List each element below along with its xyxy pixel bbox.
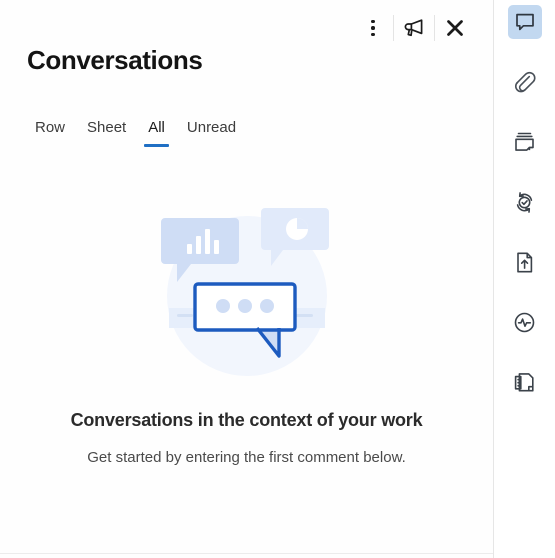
tab-sheet[interactable]: Sheet [76, 118, 137, 147]
conversation-filter-tabs: Row Sheet All Unread [24, 118, 247, 147]
summary-document-icon [514, 372, 534, 391]
rail-item-proofs[interactable] [508, 125, 542, 159]
paperclip-icon [514, 71, 536, 92]
conversation-bubbles-illustration [160, 208, 329, 376]
rail-item-update-requests[interactable] [508, 185, 542, 219]
conversations-panel-app: Conversations Row Sheet All Unread Conve… [0, 0, 555, 558]
panel-bottom-divider [0, 553, 493, 554]
right-rail [493, 0, 555, 558]
empty-state: Conversations in the context of your wor… [0, 196, 493, 466]
close-panel-button[interactable] [435, 8, 475, 48]
update-request-icon [516, 191, 533, 213]
activity-pulse-icon [514, 312, 535, 332]
proof-stack-icon [515, 132, 534, 151]
publish-upload-icon [517, 252, 533, 272]
rail-item-activity-log[interactable] [508, 305, 542, 339]
tab-all[interactable]: All [137, 118, 176, 147]
megaphone-icon [404, 19, 423, 37]
more-options-button[interactable] [353, 8, 393, 48]
close-icon [447, 20, 463, 36]
announcements-button[interactable] [394, 8, 434, 48]
conversations-panel: Conversations Row Sheet All Unread Conve… [0, 0, 493, 558]
rail-item-attachments[interactable] [508, 65, 542, 99]
page-title: Conversations [27, 45, 203, 75]
panel-header-actions [353, 8, 475, 48]
rail-item-publish[interactable] [508, 245, 542, 279]
empty-state-subtext: Get started by entering the first commen… [87, 449, 406, 466]
rail-item-conversations[interactable] [507, 5, 542, 39]
tab-unread[interactable]: Unread [176, 118, 247, 147]
empty-state-heading: Conversations in the context of your wor… [70, 410, 423, 430]
more-vertical-icon [371, 19, 375, 37]
rail-item-summary[interactable] [508, 365, 542, 399]
speech-bubble-icon [515, 13, 534, 31]
tab-row[interactable]: Row [24, 118, 76, 147]
